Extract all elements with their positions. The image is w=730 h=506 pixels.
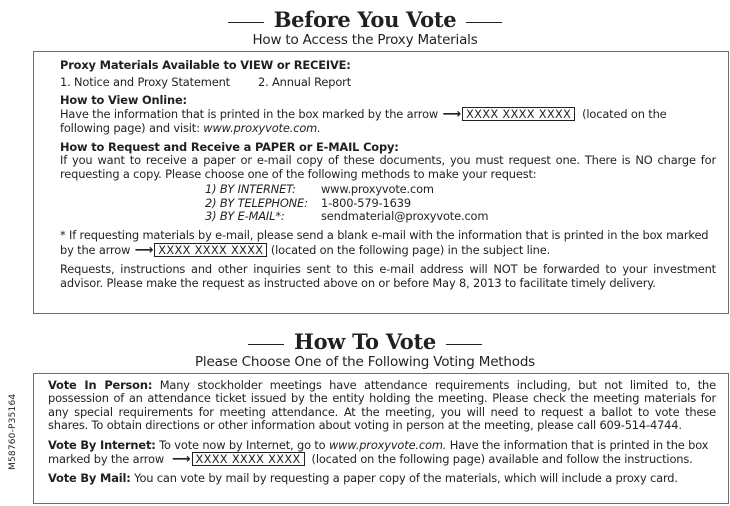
method-telephone: 2) BY TELEPHONE: 1-800-579-1639 bbox=[205, 195, 716, 210]
vote-by-internet: Vote By Internet: To vote now by Interne… bbox=[48, 437, 716, 468]
proxyvote-link[interactable]: www.proxyvote.com. bbox=[329, 438, 446, 452]
view-online-heading: How to View Online: bbox=[60, 92, 187, 107]
material-item: 2. Annual Report bbox=[257, 75, 352, 90]
arrow-icon: ⟶ bbox=[134, 242, 154, 258]
proxyvote-link[interactable]: www.proxyvote.com. bbox=[203, 121, 320, 135]
vote-by-internet-label: Vote By Internet: bbox=[48, 437, 156, 452]
before-you-vote-header: Before You Vote How to Access the Proxy … bbox=[0, 8, 730, 48]
control-number-box: XXXX XXXX XXXX bbox=[154, 242, 268, 257]
method-label: 3) BY E-MAIL*: bbox=[205, 209, 285, 224]
vote-in-person-label: Vote In Person: bbox=[48, 378, 153, 392]
materials-heading: Proxy Materials Available to VIEW or REC… bbox=[60, 58, 351, 72]
document-code: M58760-P35164 bbox=[8, 393, 18, 470]
method-value: 1-800-579-1639 bbox=[321, 195, 411, 210]
method-email: 3) BY E-MAIL*: sendmaterial@proxyvote.co… bbox=[205, 209, 716, 224]
material-item: 1. Notice and Proxy Statement bbox=[60, 75, 230, 90]
method-internet: 1) BY INTERNET: www.proxyvote.com bbox=[205, 182, 716, 197]
voting-methods-box: Vote In Person: Many stockholder meeting… bbox=[33, 373, 729, 504]
vote-by-mail-label: Vote By Mail: bbox=[48, 471, 131, 486]
section-title: Before You Vote bbox=[273, 7, 457, 32]
vote-in-person: Vote In Person: Many stockholder meeting… bbox=[48, 378, 716, 433]
disclaimer-text: Requests, instructions and other inquiri… bbox=[60, 262, 716, 290]
section-title: How To Vote bbox=[294, 329, 436, 354]
view-online-text-1: Have the information that is printed in … bbox=[60, 107, 439, 122]
vote-by-internet-text-1: To vote now by Internet, go to bbox=[159, 437, 326, 452]
section-subtitle: How to Access the Proxy Materials bbox=[252, 32, 478, 48]
method-value[interactable]: sendmaterial@proxyvote.com bbox=[321, 209, 488, 223]
arrow-icon: ⟶ bbox=[172, 452, 191, 468]
control-number-box: XXXX XXXX XXXX bbox=[462, 107, 576, 122]
control-number-box: XXXX XXXX XXXX bbox=[191, 452, 305, 467]
how-to-vote-header: How To Vote Please Choose One of the Fol… bbox=[0, 329, 730, 371]
vote-by-mail-text: You can vote by mail by requesting a pap… bbox=[134, 471, 678, 486]
title-rule-right bbox=[445, 343, 482, 345]
view-online-text: Have the information that is printed in … bbox=[60, 107, 716, 135]
vote-by-mail: Vote By Mail: You can vote by mail by re… bbox=[48, 472, 716, 485]
method-label: 2) BY TELEPHONE: bbox=[205, 195, 308, 210]
email-note: * If requesting materials by e-mail, ple… bbox=[60, 229, 716, 257]
vote-by-internet-text-3: (located on the following page) availabl… bbox=[311, 452, 693, 467]
email-note-text-2: (located on the following page) in the s… bbox=[270, 242, 551, 257]
title-rule-right bbox=[466, 21, 503, 23]
request-heading: How to Request and Receive a PAPER or E-… bbox=[60, 140, 399, 155]
request-methods: 1) BY INTERNET: www.proxyvote.com 2) BY … bbox=[205, 182, 716, 224]
materials-list: 1. Notice and Proxy Statement 2. Annual R… bbox=[60, 76, 716, 89]
proxy-materials-box: Proxy Materials Available to VIEW or REC… bbox=[33, 51, 729, 314]
method-value[interactable]: www.proxyvote.com bbox=[321, 182, 434, 196]
request-text: If you want to receive a paper or e-mail… bbox=[60, 153, 716, 181]
method-label: 1) BY INTERNET: bbox=[205, 182, 296, 197]
section-subtitle: Please Choose One of the Following Votin… bbox=[194, 354, 536, 370]
title-rule-left bbox=[227, 21, 264, 23]
arrow-icon: ⟶ bbox=[442, 107, 462, 123]
title-rule-left bbox=[248, 343, 285, 345]
